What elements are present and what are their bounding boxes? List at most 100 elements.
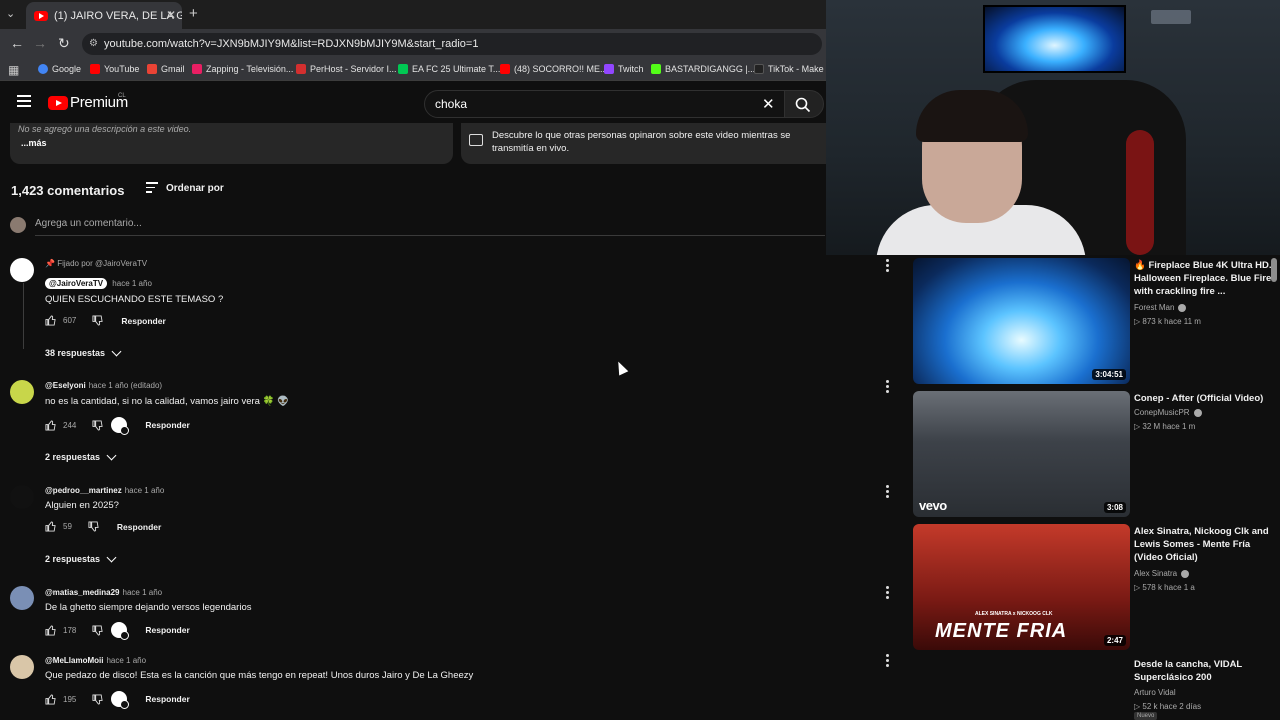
search-input[interactable]: choka: [424, 90, 788, 118]
bookmark-tiktok[interactable]: TikTok - Make Yo: [754, 64, 826, 74]
youtube-logo-icon: [48, 95, 68, 110]
video-thumbnail[interactable]: vevo 3:08: [913, 391, 1130, 517]
bookmark-kick[interactable]: BASTARDIGANGG |...: [651, 64, 755, 74]
reply-button[interactable]: Responder: [145, 420, 189, 430]
comment-text: no es la cantidad, si no la calidad, vam…: [45, 396, 289, 407]
more-options-icon[interactable]: [886, 259, 892, 274]
like-count: 178: [63, 625, 77, 635]
bookmark-eafc[interactable]: EA FC 25 Ultimate T...: [398, 64, 500, 74]
live-chat-replay[interactable]: Descubre lo que otras personas opinaron …: [461, 123, 826, 164]
like-icon[interactable]: [45, 521, 56, 532]
channel-name[interactable]: Arturo Vidal: [1134, 688, 1176, 697]
comment-actions: 607 Responder: [45, 315, 166, 326]
video-thumbnail[interactable]: ALEX SINATRA x NICKOOG CLK MENTE FRIA 2:…: [913, 524, 1130, 650]
forward-icon[interactable]: →: [33, 35, 47, 51]
like-icon[interactable]: [45, 693, 56, 705]
avatar[interactable]: [10, 586, 34, 610]
like-icon[interactable]: [45, 315, 56, 326]
more-options-icon[interactable]: [886, 485, 892, 500]
replies-toggle[interactable]: 2 respuestas: [45, 450, 117, 462]
url-text: youtube.com/watch?v=JXN9bMJIY9M&list=RDJ…: [104, 38, 479, 50]
avatar[interactable]: [10, 258, 34, 282]
sort-icon: [146, 182, 158, 196]
back-icon[interactable]: ←: [10, 35, 24, 51]
new-tab-icon[interactable]: +: [189, 5, 198, 22]
tab-search-icon[interactable]: ⌄: [6, 7, 15, 20]
comment-actions: 59 Responder: [45, 521, 161, 532]
video-title[interactable]: Alex Sinatra, Nickoog Clk and Lewis Some…: [1134, 525, 1274, 564]
channel-name[interactable]: Forest Man: [1134, 303, 1187, 312]
comment-author[interactable]: @Eselyoni hace 1 año (editado): [45, 381, 162, 390]
like-count: 195: [63, 694, 77, 704]
scrollbar[interactable]: [1271, 258, 1277, 282]
reload-icon[interactable]: ↻: [58, 35, 70, 52]
dislike-icon[interactable]: [92, 624, 103, 636]
reply-button[interactable]: Responder: [117, 522, 161, 532]
browser-tab[interactable]: (1) JAIRO VERA, DE LA GHETTO ✕: [26, 2, 182, 29]
avatar[interactable]: [10, 380, 34, 404]
dislike-icon[interactable]: [88, 521, 99, 532]
mouse-cursor: [613, 359, 629, 376]
eafc-icon: [398, 64, 408, 74]
google-icon: [38, 64, 48, 74]
replies-toggle[interactable]: 2 respuestas: [45, 552, 117, 564]
video-thumbnail[interactable]: 3:04:51: [913, 258, 1130, 384]
chat-icon: [469, 134, 483, 146]
comment-count: 1,423 comentarios: [11, 183, 125, 198]
video-title[interactable]: Conep - After (Official Video): [1134, 392, 1274, 405]
comment-actions: 178 Responder: [45, 622, 190, 640]
channel-name[interactable]: ConepMusicPR: [1134, 408, 1202, 417]
video-description[interactable]: No se agregó una descripción a este vide…: [10, 123, 453, 164]
youtube-icon: [500, 64, 510, 74]
more-options-icon[interactable]: [886, 586, 892, 601]
comment-author[interactable]: @JairoVeraTV hace 1 año: [45, 278, 152, 289]
apps-grid-icon[interactable]: ▦: [8, 63, 19, 77]
add-comment-input[interactable]: Agrega un comentario...: [35, 218, 825, 236]
bookmark-gmail[interactable]: Gmail: [147, 64, 185, 74]
webcam-overlay: [826, 0, 1280, 255]
reply-button[interactable]: Responder: [145, 694, 189, 704]
bookmark-perhost[interactable]: PerHost - Servidor I...: [296, 64, 397, 74]
bookmark-zapping[interactable]: Zapping - Televisión...: [192, 64, 293, 74]
comment-actions: 195 Responder: [45, 691, 190, 709]
more-options-icon[interactable]: [886, 380, 892, 395]
comment-time: hace 1 año (editado): [88, 381, 163, 390]
wall-logo-image: [1151, 10, 1191, 24]
video-title[interactable]: Desde la cancha, VIDAL Superclásico 200: [1134, 658, 1274, 684]
comment-author[interactable]: @pedroo__martinez hace 1 año: [45, 486, 164, 495]
avatar[interactable]: [10, 655, 34, 679]
avatar[interactable]: [10, 485, 34, 509]
menu-icon[interactable]: [17, 95, 31, 110]
comment-text: De la ghetto siempre dejando versos lege…: [45, 602, 252, 613]
chevron-down-icon: [106, 450, 117, 460]
site-info-icon[interactable]: ⚙: [89, 33, 98, 55]
reply-button[interactable]: Responder: [121, 316, 165, 326]
replies-toggle[interactable]: 38 respuestas: [45, 346, 122, 358]
more-options-icon[interactable]: [886, 654, 892, 669]
close-icon[interactable]: ✕: [166, 8, 176, 22]
more-button[interactable]: ...más: [21, 138, 445, 148]
bookmark-twitch[interactable]: Twitch: [604, 64, 644, 74]
comment-time: hace 1 año: [124, 486, 165, 495]
dislike-icon[interactable]: [92, 419, 103, 431]
dislike-icon[interactable]: [92, 315, 103, 326]
search-button[interactable]: [784, 90, 824, 118]
dislike-icon[interactable]: [92, 693, 103, 705]
zapping-icon: [192, 64, 202, 74]
clear-search-icon[interactable]: ✕: [762, 95, 775, 113]
video-title[interactable]: 🔥 Fireplace Blue 4K Ultra HD. Halloween …: [1134, 259, 1274, 298]
url-field[interactable]: ⚙ youtube.com/watch?v=JXN9bMJIY9M&list=R…: [82, 33, 822, 55]
comment-author[interactable]: @MeLlamoMoii hace 1 año: [45, 656, 146, 665]
video-stats: ▷ 873 k hace 11 m: [1134, 317, 1201, 326]
bookmarks-bar: ▦ Google YouTube Gmail Zapping - Televis…: [0, 59, 826, 81]
comment-author[interactable]: @matias_medina29 hace 1 año: [45, 588, 162, 597]
youtube-premium-logo[interactable]: Premium: [48, 94, 128, 111]
like-icon[interactable]: [45, 624, 56, 636]
reply-button[interactable]: Responder: [145, 625, 189, 635]
bookmark-google[interactable]: Google: [38, 64, 81, 74]
channel-name[interactable]: Alex Sinatra: [1134, 569, 1190, 578]
bookmark-socorro[interactable]: (48) SOCORRO!! ME...: [500, 64, 608, 74]
like-icon[interactable]: [45, 419, 56, 431]
sort-button[interactable]: Ordenar por: [146, 182, 224, 196]
bookmark-youtube[interactable]: YouTube: [90, 64, 139, 74]
